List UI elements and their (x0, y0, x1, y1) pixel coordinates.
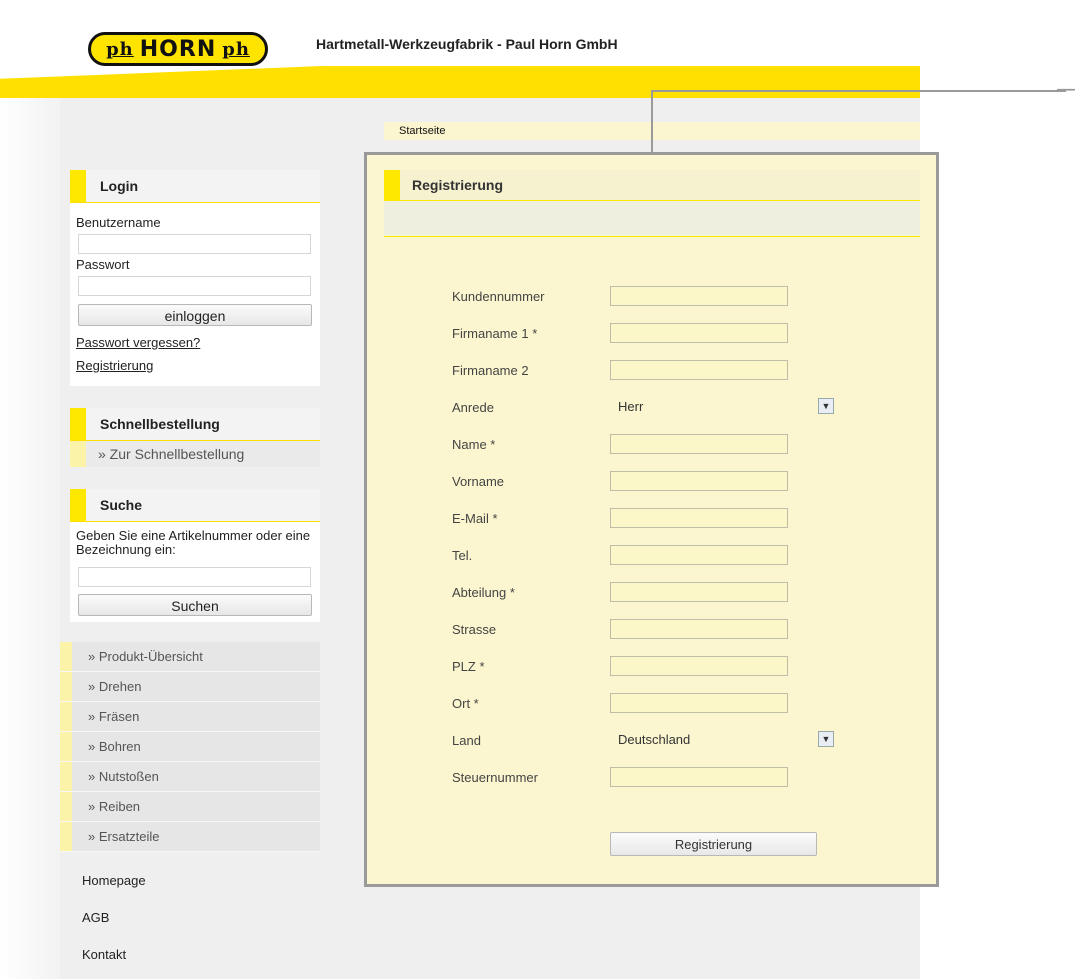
category-nav: » Produkt-Übersicht » Drehen » Fräsen » Boh… (60, 642, 320, 852)
field-input[interactable] (610, 582, 788, 602)
field-label: Abteilung * (452, 585, 515, 600)
nav-item-label: » Produkt-Übersicht (88, 649, 203, 664)
login-button[interactable]: einloggen (78, 304, 312, 326)
logo-ph-left: ph (106, 38, 134, 60)
header-accent-bar (70, 408, 86, 440)
nav-item[interactable]: » Fräsen (60, 702, 320, 732)
field-label: Steuernummer (452, 770, 538, 785)
nav-accent-bar (60, 672, 72, 701)
search-button[interactable]: Suchen (78, 594, 312, 616)
nav-accent-bar (60, 762, 72, 791)
search-box-header: Suche (70, 489, 320, 522)
header-accent-bar (70, 170, 86, 202)
nav-accent-bar (60, 702, 72, 731)
search-hint: Geben Sie eine Artikelnummer oder eine B… (76, 528, 311, 557)
username-input[interactable] (78, 234, 311, 254)
quick-order-link[interactable]: » Zur Schnellbestellung (70, 441, 320, 467)
nav-accent-bar (60, 822, 72, 851)
quick-order-box: Schnellbestellung (70, 408, 320, 441)
header-yellow-band (0, 66, 920, 98)
quick-order-header: Schnellbestellung (70, 408, 320, 441)
nav-item-label: » Ersatzteile (88, 829, 160, 844)
field-label: Tel. (452, 548, 473, 563)
field-input[interactable] (610, 471, 788, 491)
company-name: Hartmetall-Werkzeugfabrik - Paul Horn Gm… (316, 36, 618, 52)
field-input[interactable] (610, 286, 788, 306)
field-select[interactable]: Herr ▼ (610, 397, 834, 417)
register-submit-button[interactable]: Registrierung (610, 832, 817, 856)
field-input[interactable] (610, 323, 788, 343)
site-header: ph HORN ph Hartmetall-Werkzeugfabrik - P… (0, 0, 920, 98)
nav-item[interactable]: » Bohren (60, 732, 320, 762)
search-box: Suche Geben Sie eine Artikelnummer oder … (70, 489, 320, 622)
field-input[interactable] (610, 360, 788, 380)
register-link[interactable]: Registrierung (76, 358, 153, 373)
arrow-right-icon: ⟶ (1056, 79, 1075, 101)
field-label: Land (452, 733, 481, 748)
footer-link-kontakt[interactable]: Kontakt (82, 947, 126, 962)
field-label: Firmaname 2 (452, 363, 529, 378)
password-label: Passwort (76, 257, 130, 272)
nav-item-label: » Reiben (88, 799, 141, 814)
field-label: Anrede (452, 400, 494, 415)
field-label: Name * (452, 437, 496, 452)
nav-item[interactable]: » Ersatzteile (60, 822, 320, 852)
field-input[interactable] (610, 767, 788, 787)
field-input[interactable] (610, 619, 788, 639)
nav-item[interactable]: » Produkt-Übersicht (60, 642, 320, 672)
password-input[interactable] (78, 276, 311, 296)
nav-item[interactable]: » Drehen (60, 672, 320, 702)
search-title: Suche (100, 497, 143, 513)
field-label: Ort * (452, 696, 479, 711)
nav-accent-bar (60, 792, 72, 821)
field-input[interactable] (610, 434, 788, 454)
forgot-password-link[interactable]: Passwort vergessen? (76, 335, 200, 350)
header-accent-bar (70, 489, 86, 521)
callout-line-vertical (651, 90, 653, 152)
field-label: Firmaname 1 * (452, 326, 538, 341)
registration-subheader (384, 201, 920, 235)
header-accent-bar (384, 170, 400, 200)
footer-link-homepage[interactable]: Homepage (82, 873, 146, 888)
field-select[interactable]: Deutschland ▼ (610, 730, 834, 750)
login-title: Login (100, 178, 139, 194)
login-box-header: Login (70, 170, 320, 203)
chevron-down-icon[interactable]: ▼ (818, 731, 834, 747)
select-value: Deutschland (618, 732, 691, 747)
item-accent-bar (70, 441, 86, 467)
select-value: Herr (618, 399, 644, 414)
field-input[interactable] (610, 508, 788, 528)
logo-text: HORN (139, 36, 217, 62)
nav-item-label: » Nutstoßen (88, 769, 159, 784)
field-input[interactable] (610, 656, 788, 676)
field-label: Strasse (452, 622, 497, 637)
search-input[interactable] (78, 567, 311, 587)
field-label: PLZ * (452, 659, 485, 674)
quick-order-title: Schnellbestellung (100, 416, 220, 432)
chevron-down-icon[interactable]: ▼ (818, 398, 834, 414)
field-label: E-Mail * (452, 511, 498, 526)
page-title: Registrierung (412, 177, 504, 193)
field-input[interactable] (610, 545, 788, 565)
registration-header: Registrierung (384, 170, 920, 201)
nav-item[interactable]: » Nutstoßen (60, 762, 320, 792)
field-label: Kundennummer (452, 289, 545, 304)
quick-order-link-label: » Zur Schnellbestellung (98, 446, 245, 462)
callout-line-horizontal (651, 90, 1066, 92)
nav-item[interactable]: » Reiben (60, 792, 320, 822)
nav-item-label: » Fräsen (88, 709, 140, 724)
login-box: Login Benutzername Passwort einloggen Pa… (70, 170, 320, 386)
nav-accent-bar (60, 642, 72, 671)
field-input[interactable] (610, 693, 788, 713)
footer-link-agb[interactable]: AGB (82, 910, 109, 925)
nav-item-label: » Drehen (88, 679, 142, 694)
horn-logo[interactable]: ph HORN ph (88, 32, 268, 66)
nav-item-label: » Bohren (88, 739, 141, 754)
breadcrumb-home[interactable]: Startseite (384, 125, 445, 137)
logo-ph-right: ph (222, 38, 250, 60)
nav-accent-bar (60, 732, 72, 761)
field-label: Vorname (452, 474, 505, 489)
username-label: Benutzername (76, 215, 161, 230)
